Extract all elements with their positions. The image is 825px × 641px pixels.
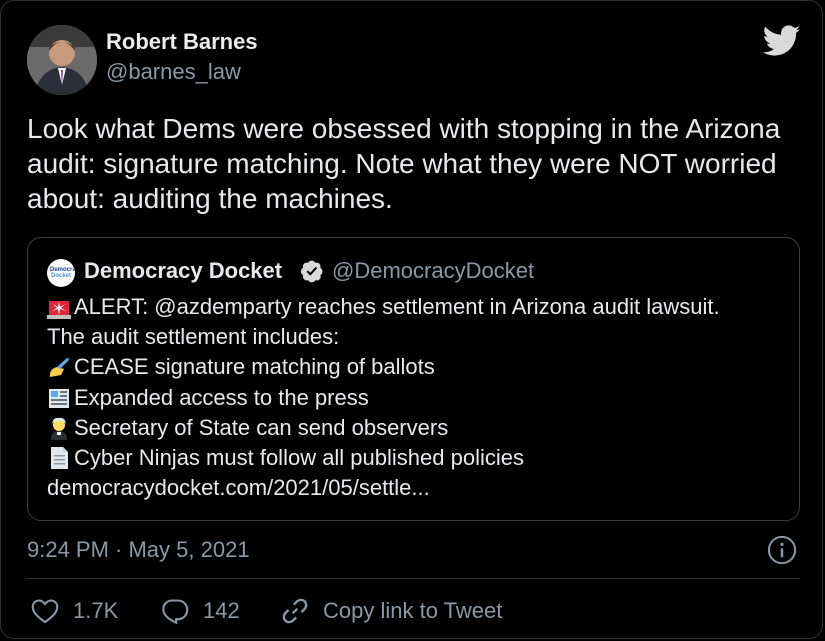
- quoted-line-text: Expanded access to the press: [74, 384, 369, 410]
- divider: [27, 578, 800, 579]
- reply-button[interactable]: 142: [161, 593, 240, 629]
- quoted-line-text: ALERT: @azdemparty reaches settlement in…: [74, 294, 720, 319]
- quoted-link-text[interactable]: democracydocket.com/2021/05/settle...: [47, 473, 430, 503]
- quoted-line-policies: Cyber Ninjas must follow all published p…: [47, 443, 787, 473]
- quoted-line-press: Expanded access to the press: [47, 383, 787, 413]
- copy-link-label: Copy link to Tweet: [323, 598, 503, 623]
- link-icon: [282, 598, 308, 624]
- info-icon[interactable]: [767, 535, 797, 565]
- quoted-line-text: Secretary of State can send observers: [74, 414, 449, 440]
- quoted-avatar-logo-bottom: Docket: [50, 273, 71, 279]
- reply-count: 142: [203, 598, 240, 623]
- quoted-author-name[interactable]: Democracy Docket: [84, 258, 282, 284]
- quoted-line-alert: ALERT: @azdemparty reaches settlement in…: [47, 292, 787, 322]
- quoted-text: ALERT: @azdemparty reaches settlement in…: [47, 292, 787, 503]
- like-count: 1.7K: [73, 598, 119, 623]
- quoted-line-text: The audit settlement includes:: [47, 324, 340, 350]
- police-light-icon: [47, 295, 71, 320]
- like-button[interactable]: 1.7K: [31, 593, 118, 629]
- verified-badge-icon: [300, 260, 323, 283]
- heart-icon: [31, 599, 59, 624]
- tweet-timestamp[interactable]: 9:24 PM · May 5, 2021: [27, 537, 250, 563]
- quoted-avatar[interactable]: Democracy Docket: [47, 259, 75, 287]
- quoted-author-handle[interactable]: @DemocracyDocket: [332, 258, 534, 284]
- quoted-line-observers: Secretary of State can send observers: [47, 413, 787, 443]
- quoted-line-signature: CEASE signature matching of ballots: [47, 352, 787, 382]
- author-avatar[interactable]: [27, 25, 97, 95]
- tweet-card: Robert Barnes @barnes_law Look what Dems…: [0, 0, 823, 639]
- quoted-line-text: Cyber Ninjas must follow all published p…: [74, 444, 524, 470]
- twitter-bird-icon[interactable]: [763, 25, 801, 57]
- copy-link-button[interactable]: Copy link to Tweet: [281, 593, 502, 629]
- reply-bubble-icon: [162, 599, 189, 624]
- quoted-line-intro: The audit settlement includes:: [47, 322, 787, 352]
- newspaper-icon: [47, 386, 71, 410]
- quoted-line-text: CEASE signature matching of ballots: [74, 354, 435, 380]
- quoted-link[interactable]: democracydocket.com/2021/05/settle...: [47, 473, 787, 503]
- writing-hand-icon: [47, 355, 71, 379]
- quoted-tweet[interactable]: Democracy Docket Democracy Docket @Democ…: [27, 237, 800, 521]
- author-name[interactable]: Robert Barnes: [106, 29, 258, 55]
- author-handle[interactable]: @barnes_law: [106, 59, 241, 85]
- judge-icon: [47, 416, 71, 440]
- tweet-text: Look what Dems were obsessed with stoppi…: [27, 113, 781, 214]
- document-icon: [47, 446, 71, 470]
